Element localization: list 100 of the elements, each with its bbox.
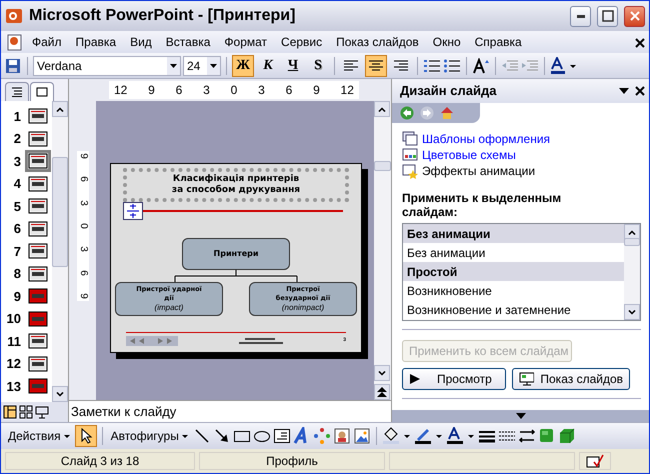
underline-button[interactable]: Ч bbox=[282, 54, 304, 76]
scroll-down-button[interactable] bbox=[52, 386, 68, 402]
font-color-icon[interactable] bbox=[550, 56, 578, 74]
chevron-down-icon bbox=[378, 370, 386, 376]
italic-button[interactable]: К bbox=[257, 54, 279, 76]
close-icon[interactable] bbox=[635, 38, 645, 48]
node-term: (impact) bbox=[154, 303, 184, 312]
pane-link[interactable]: Эффекты анимации bbox=[422, 162, 536, 180]
menu-item[interactable]: Файл bbox=[25, 33, 69, 51]
text-box-icon[interactable] bbox=[272, 427, 291, 445]
section-heading: Применить к выделенным слайдам: bbox=[402, 191, 562, 219]
shadow-button[interactable]: S bbox=[307, 54, 329, 76]
arrow-style-icon[interactable] bbox=[518, 427, 536, 445]
grow-font-icon[interactable] bbox=[472, 58, 490, 74]
status-design: Профиль bbox=[199, 452, 385, 470]
list-item[interactable]: Без анимации bbox=[403, 243, 624, 262]
size-field[interactable]: 24 bbox=[183, 56, 221, 76]
bold-button[interactable]: Ж bbox=[232, 54, 254, 76]
animation-icon bbox=[402, 163, 418, 179]
footer-note-drawing bbox=[238, 336, 283, 344]
align-center-button[interactable] bbox=[365, 54, 387, 76]
effects-list[interactable]: Без анимации Без анимации Простой Возникновение Возникновение и затемнение bbox=[402, 223, 641, 321]
align-right-icon bbox=[393, 58, 409, 73]
sorter-view-icon[interactable] bbox=[19, 405, 33, 419]
pane-link[interactable]: Цветовые схемы bbox=[422, 146, 516, 164]
slide-number: 9 bbox=[12, 288, 21, 306]
expand-icon[interactable] bbox=[516, 413, 526, 419]
bullet-list-icon[interactable] bbox=[443, 58, 461, 74]
double-up-icon bbox=[377, 387, 387, 397]
slide-number: 13 bbox=[6, 378, 21, 396]
list-item[interactable]: Возникновение bbox=[403, 281, 624, 300]
scroll-up-button[interactable] bbox=[374, 101, 390, 117]
list-group-heading: Простой bbox=[403, 262, 624, 281]
scroll-down-button[interactable] bbox=[374, 365, 390, 381]
actions-button[interactable]: Действия bbox=[5, 425, 73, 447]
picture-icon[interactable] bbox=[352, 427, 371, 445]
colors-icon bbox=[402, 147, 418, 163]
menu-item[interactable]: Окно bbox=[426, 33, 468, 51]
diagram-node[interactable]: Принтери bbox=[182, 238, 290, 270]
list-item[interactable]: Возникновение и затемнение bbox=[403, 300, 624, 319]
slide-number: 3 bbox=[12, 152, 21, 170]
chevron-up-icon bbox=[378, 106, 386, 112]
font-color-icon[interactable] bbox=[446, 427, 476, 445]
font-field[interactable]: Verdana bbox=[33, 56, 181, 76]
menu-item[interactable]: Сервис bbox=[274, 33, 330, 51]
autoshapes-button[interactable]: Автофигуры bbox=[108, 425, 191, 447]
save-icon[interactable] bbox=[4, 56, 22, 74]
select-button[interactable] bbox=[74, 425, 97, 447]
slide-number: 12 bbox=[6, 355, 21, 373]
back-icon[interactable] bbox=[400, 106, 414, 120]
slide-thumbnail[interactable] bbox=[25, 150, 51, 172]
autofit-icon[interactable] bbox=[123, 202, 143, 220]
scroll-thumb[interactable] bbox=[624, 238, 640, 246]
menu-item[interactable]: Показ слайдов bbox=[329, 33, 426, 51]
minimize-button[interactable] bbox=[570, 6, 591, 26]
maximize-button[interactable] bbox=[597, 6, 618, 26]
arrow-icon[interactable] bbox=[212, 427, 231, 445]
list-group-heading: Без анимации bbox=[403, 224, 624, 243]
caret-icon[interactable] bbox=[170, 64, 177, 68]
play-icon bbox=[409, 373, 421, 385]
previous-slide-button[interactable] bbox=[374, 384, 390, 400]
outline-tab[interactable] bbox=[5, 82, 29, 101]
pane-link[interactable]: Шаблоны оформления bbox=[422, 130, 550, 148]
slideshow-button[interactable]: Показ слайдов bbox=[512, 368, 630, 390]
menu-item[interactable]: Вид bbox=[123, 33, 159, 51]
scroll-up-button[interactable] bbox=[624, 224, 640, 240]
line-color-icon[interactable] bbox=[414, 427, 444, 445]
templates-icon bbox=[402, 131, 418, 147]
slide-number: 4 bbox=[12, 175, 21, 193]
dropdown-icon[interactable] bbox=[619, 87, 629, 95]
3d-style-icon[interactable] bbox=[558, 427, 576, 445]
slide-number: 6 bbox=[12, 220, 21, 238]
close-icon[interactable] bbox=[635, 86, 645, 96]
numbered-list-icon[interactable] bbox=[423, 58, 441, 74]
diagram-icon[interactable] bbox=[312, 427, 331, 445]
menu-item[interactable]: Вставка bbox=[158, 33, 218, 51]
menu-item[interactable]: Справка bbox=[468, 33, 529, 51]
home-icon[interactable] bbox=[440, 106, 454, 120]
preview-button[interactable]: Просмотр bbox=[402, 368, 506, 390]
scroll-up-button[interactable] bbox=[52, 101, 68, 117]
title-placeholder[interactable]: Класифікація принтерів за способом друкування bbox=[123, 168, 349, 202]
scroll-down-button[interactable] bbox=[624, 304, 640, 320]
chevron-up-icon bbox=[628, 230, 636, 234]
slide-number: 11 bbox=[6, 332, 21, 350]
fill-color-icon[interactable] bbox=[382, 427, 412, 445]
vertical-ruler: 9 6 3 0 3 6 9 bbox=[76, 151, 88, 301]
window-title: Microsoft PowerPoint - [Принтери] bbox=[29, 6, 296, 26]
clip-art-icon[interactable] bbox=[332, 427, 351, 445]
close-icon bbox=[628, 10, 640, 22]
scroll-thumb[interactable] bbox=[52, 156, 68, 266]
slide-number: 2 bbox=[12, 130, 21, 148]
normal-view-icon[interactable] bbox=[3, 405, 17, 419]
slideshow-view-icon[interactable] bbox=[35, 405, 49, 419]
scroll-thumb[interactable] bbox=[374, 161, 391, 171]
line-icon[interactable] bbox=[192, 427, 211, 445]
menu-item[interactable]: Формат bbox=[217, 33, 274, 51]
caret-icon[interactable] bbox=[210, 64, 217, 68]
close-button[interactable] bbox=[624, 6, 645, 26]
slides-tab[interactable] bbox=[30, 82, 54, 101]
menu-item[interactable]: Правка bbox=[68, 33, 124, 51]
